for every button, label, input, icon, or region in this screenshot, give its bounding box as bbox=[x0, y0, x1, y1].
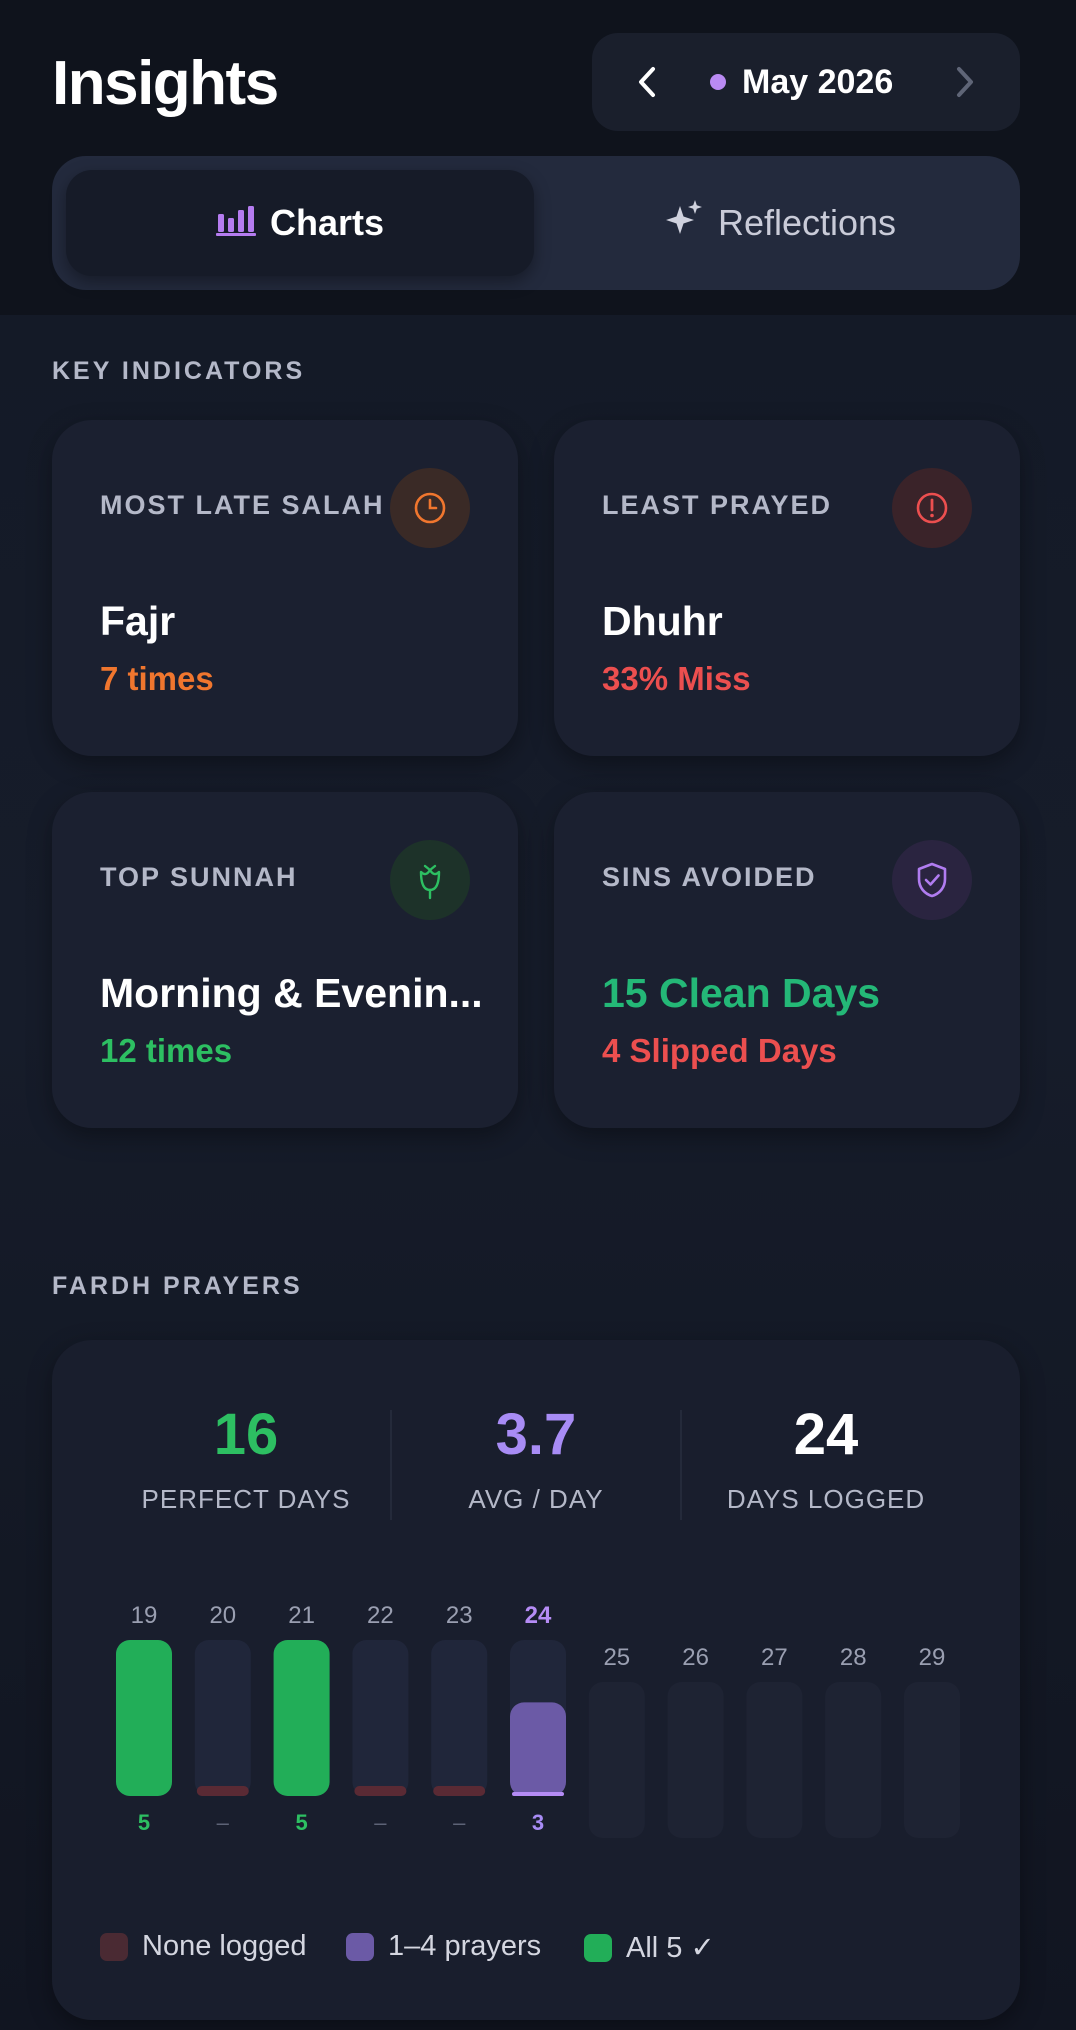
chart-bar-track[interactable] bbox=[431, 1640, 488, 1796]
chevron-left-icon[interactable] bbox=[622, 33, 672, 131]
chart-bar-none[interactable] bbox=[354, 1786, 407, 1796]
tab-reflections[interactable]: Reflections bbox=[552, 170, 1006, 276]
month-selector: May 2026 bbox=[592, 33, 1020, 131]
legend-swatch bbox=[100, 1932, 128, 1961]
chart-value-label: – bbox=[453, 1810, 466, 1835]
chart-day-label: 26 bbox=[682, 1644, 709, 1671]
chart-value-label: – bbox=[217, 1810, 230, 1835]
chart-day-label: 21 bbox=[288, 1602, 315, 1629]
legend-label: All 5 ✓ bbox=[626, 1932, 715, 1964]
fardh-prayers-card: 16 PERFECT DAYS 3.7 AVG / DAY 24 DAYS LO… bbox=[52, 1340, 1020, 2020]
chart-bar-track[interactable] bbox=[194, 1640, 251, 1796]
card-label: MOST LATE SALAH bbox=[100, 490, 385, 520]
chart-bar-track[interactable] bbox=[588, 1682, 645, 1838]
indicator-card-sins-avoided[interactable]: SINS AVOIDED 15 Clean Days 4 Slipped Day… bbox=[554, 792, 1020, 1128]
legend-label: 1–4 prayers bbox=[388, 1930, 542, 1962]
chart-bar-track[interactable] bbox=[352, 1640, 409, 1796]
view-tabs: Charts Reflections bbox=[52, 156, 1020, 290]
card-sub: 4 Slipped Days bbox=[602, 1032, 837, 1069]
card-label: LEAST PRAYED bbox=[602, 490, 833, 520]
chart-bar-track[interactable] bbox=[667, 1682, 724, 1838]
chart-bar-none[interactable] bbox=[196, 1786, 249, 1796]
chart-day-label: 22 bbox=[367, 1602, 394, 1629]
alert-icon bbox=[892, 468, 972, 548]
chart-day-label: 29 bbox=[919, 1644, 946, 1671]
header: Insights May 2026 Charts Reflections bbox=[0, 0, 1076, 315]
clock-icon bbox=[390, 468, 470, 548]
rose-icon bbox=[390, 840, 470, 920]
card-label: TOP SUNNAH bbox=[100, 862, 298, 892]
card-sub: 33% Miss bbox=[602, 660, 751, 697]
card-value: Morning & Evenin... bbox=[100, 970, 483, 1016]
card-sub: 12 times bbox=[100, 1032, 233, 1069]
tab-charts-label: Charts bbox=[269, 202, 385, 243]
bar-chart-icon bbox=[215, 202, 256, 245]
chart-day-label: 27 bbox=[761, 1644, 788, 1671]
card-value: Fajr bbox=[100, 598, 176, 644]
chart-day-label: 25 bbox=[603, 1644, 630, 1671]
legend-swatch bbox=[346, 1932, 374, 1961]
legend-item-partial: 1–4 prayers bbox=[346, 1930, 541, 1963]
legend-item-none: None logged bbox=[100, 1930, 306, 1963]
card-value: Dhuhr bbox=[602, 598, 723, 644]
page-title: Insights bbox=[52, 49, 279, 118]
shield-check-icon bbox=[892, 840, 972, 920]
chart-day-label: 28 bbox=[840, 1644, 867, 1671]
chart-value-label: – bbox=[374, 1810, 387, 1835]
insights-screen: Insights May 2026 Charts Reflections KEY… bbox=[0, 0, 1076, 2030]
legend-label: None logged bbox=[142, 1930, 307, 1962]
chart-bar[interactable] bbox=[273, 1640, 330, 1796]
sparkles-icon bbox=[662, 198, 704, 249]
chart-bar[interactable] bbox=[116, 1640, 172, 1796]
chart-bar-selected-underline bbox=[512, 1792, 564, 1796]
month-dot-indicator bbox=[710, 74, 726, 90]
card-sub: 7 times bbox=[100, 660, 214, 697]
chart-day-label: 24 bbox=[525, 1602, 552, 1629]
chart-value-label: 3 bbox=[532, 1810, 544, 1835]
card-label: SINS AVOIDED bbox=[602, 862, 817, 892]
chart-value-label: 5 bbox=[295, 1810, 307, 1835]
indicator-card-most-late[interactable]: MOST LATE SALAH Fajr 7 times bbox=[52, 420, 518, 756]
section-label-key-indicators: KEY INDICATORS bbox=[52, 357, 306, 385]
chart-bar-track[interactable] bbox=[904, 1682, 960, 1838]
section-label-fardh-prayers: FARDH PRAYERS bbox=[52, 1272, 303, 1300]
chevron-right-icon[interactable] bbox=[940, 33, 990, 131]
tab-charts[interactable]: Charts bbox=[66, 170, 534, 276]
chart-bar[interactable] bbox=[510, 1702, 566, 1796]
indicator-card-top-sunnah[interactable]: TOP SUNNAH Morning & Evenin... 12 times bbox=[52, 792, 518, 1128]
month-label[interactable]: May 2026 bbox=[742, 33, 893, 131]
chart-day-label: 20 bbox=[209, 1602, 236, 1629]
legend-swatch bbox=[584, 1933, 612, 1962]
daily-prayers-bar-chart: 19 5 20 – 21 5 22 – 23 – 24 3 25 26 27 28 29 bbox=[116, 1602, 960, 1838]
chart-bar-track[interactable] bbox=[825, 1682, 882, 1838]
chart-day-label: 19 bbox=[131, 1602, 158, 1629]
chart-bar-none[interactable] bbox=[433, 1786, 486, 1796]
chart-bar-track[interactable] bbox=[746, 1682, 803, 1838]
chart-day-label: 23 bbox=[446, 1602, 473, 1629]
indicator-card-least-prayed[interactable]: LEAST PRAYED Dhuhr 33% Miss bbox=[554, 420, 1020, 756]
tab-reflections-label: Reflections bbox=[717, 202, 897, 243]
legend-item-all: All 5 ✓ bbox=[584, 1930, 715, 1965]
chart-value-label: 5 bbox=[138, 1810, 150, 1835]
card-value: 15 Clean Days bbox=[602, 970, 881, 1016]
